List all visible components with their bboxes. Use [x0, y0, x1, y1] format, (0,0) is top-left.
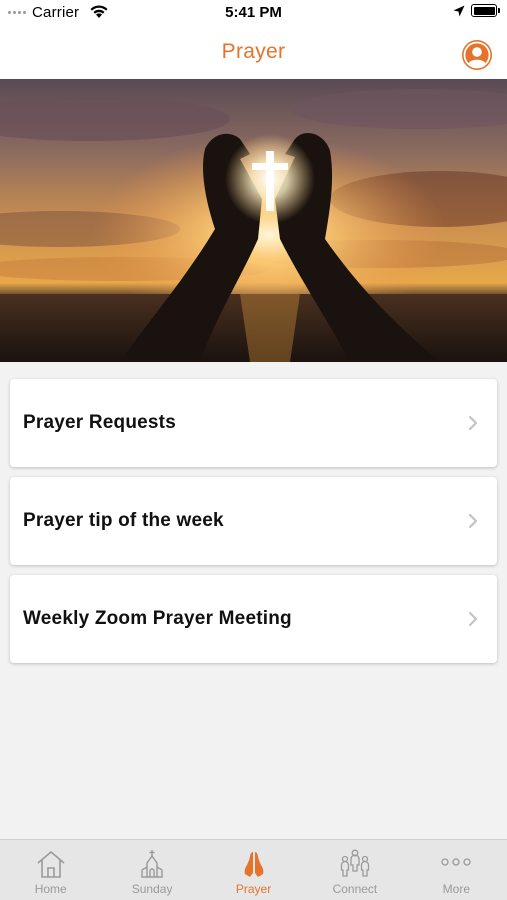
menu-item-label: Weekly Zoom Prayer Meeting [23, 608, 292, 629]
tab-bar: Home Sunday Prayer Connect More [0, 839, 507, 900]
nav-bar: Prayer [0, 28, 507, 79]
menu-item-prayer-requests[interactable]: Prayer Requests [10, 379, 497, 467]
chevron-right-icon [468, 513, 478, 529]
status-time: 5:41 PM [225, 4, 282, 21]
sunset-hands-cross-image [0, 79, 507, 362]
prayer-menu-list: Prayer Requests Prayer tip of the week W… [10, 379, 497, 673]
praying-hands-icon [244, 852, 263, 877]
status-bar: Carrier 5:41 PM [0, 0, 507, 28]
menu-item-prayer-tip[interactable]: Prayer tip of the week [10, 477, 497, 565]
tab-prayer[interactable]: Prayer [203, 840, 304, 900]
more-dots-icon [441, 858, 471, 866]
chevron-right-icon [468, 415, 478, 431]
chevron-right-icon [468, 611, 478, 627]
people-icon [340, 849, 370, 877]
user-icon [463, 41, 491, 69]
tab-home[interactable]: Home [0, 840, 101, 900]
tab-sunday[interactable]: Sunday [101, 840, 202, 900]
page-title: Prayer [221, 40, 286, 63]
tab-more[interactable]: More [406, 840, 507, 900]
tab-label: Sunday [131, 882, 173, 896]
church-icon [141, 850, 163, 878]
profile-button[interactable] [462, 40, 492, 70]
tab-connect[interactable]: Connect [304, 840, 405, 900]
hero-image [0, 79, 507, 362]
tab-label: Prayer [235, 882, 272, 896]
location-arrow-icon [453, 5, 465, 16]
tab-label: Home [34, 882, 67, 896]
battery-icon [471, 4, 500, 17]
tab-label: More [442, 882, 470, 896]
menu-item-label: Prayer tip of the week [23, 510, 224, 531]
status-right [453, 4, 500, 17]
house-icon [37, 851, 65, 878]
menu-item-label: Prayer Requests [23, 412, 176, 433]
menu-item-zoom-prayer-meeting[interactable]: Weekly Zoom Prayer Meeting [10, 575, 497, 663]
tab-label: Connect [332, 882, 378, 896]
